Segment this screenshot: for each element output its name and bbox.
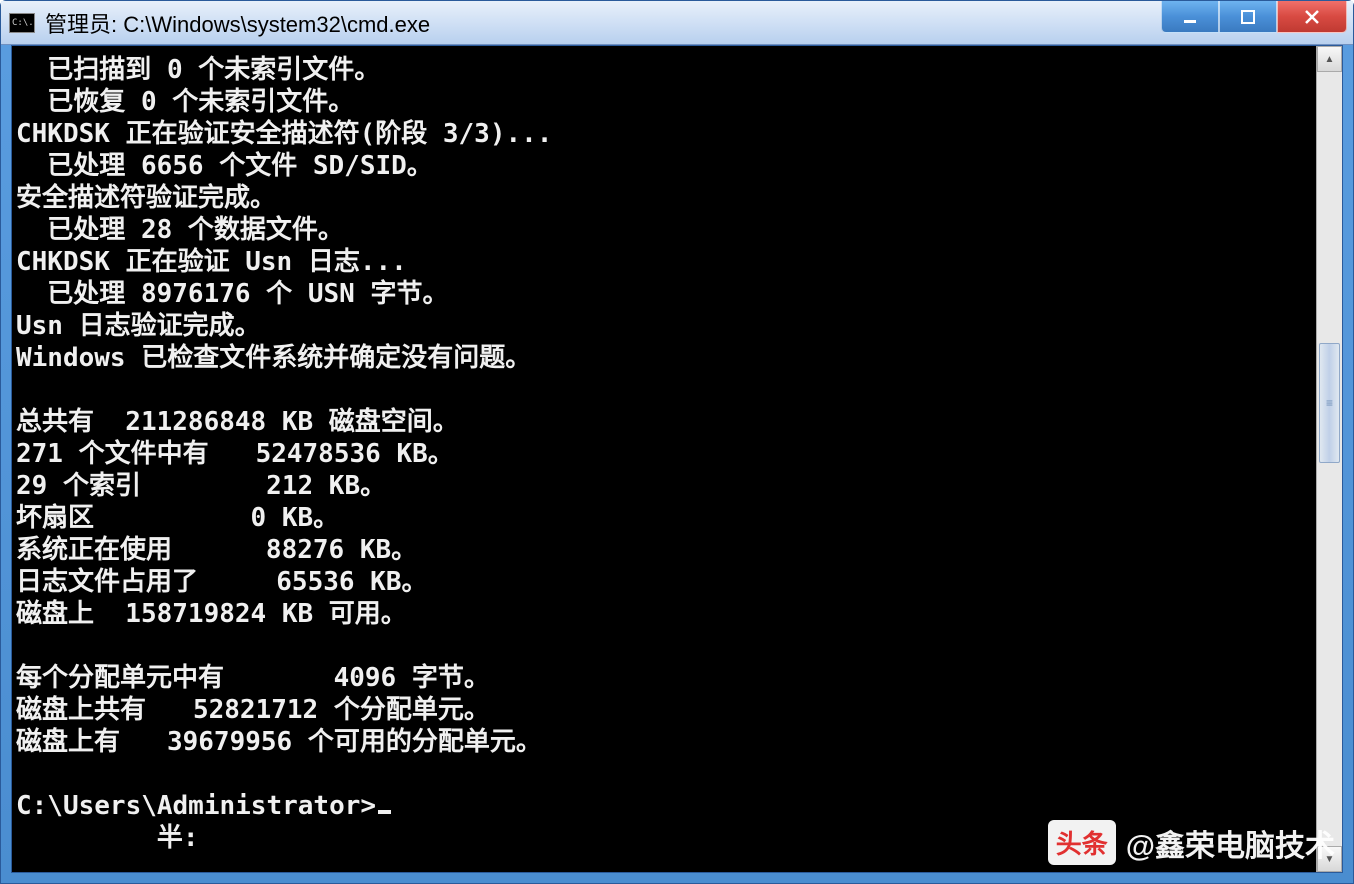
window-title: 管理员: C:\Windows\system32\cmd.exe	[45, 7, 1345, 39]
content-area: 已扫描到 0 个未索引文件。 已恢复 0 个未索引文件。 CHKDSK 正在验证…	[11, 45, 1343, 873]
cmd-icon: C:\.	[9, 13, 35, 33]
maximize-button[interactable]	[1219, 1, 1277, 33]
watermark: 头条 @鑫荣电脑技术	[1048, 820, 1335, 865]
close-button[interactable]	[1277, 1, 1347, 33]
minimize-button[interactable]	[1161, 1, 1219, 33]
scroll-thumb[interactable]	[1319, 343, 1340, 463]
watermark-logo: 头条	[1048, 820, 1116, 865]
scroll-up-arrow-icon[interactable]: ▲	[1317, 46, 1342, 72]
titlebar[interactable]: C:\. 管理员: C:\Windows\system32\cmd.exe	[1, 1, 1353, 45]
cmd-window: C:\. 管理员: C:\Windows\system32\cmd.exe 已扫…	[0, 0, 1354, 884]
vertical-scrollbar[interactable]: ▲ ▼	[1316, 46, 1342, 872]
terminal-output[interactable]: 已扫描到 0 个未索引文件。 已恢复 0 个未索引文件。 CHKDSK 正在验证…	[12, 46, 1316, 872]
window-controls	[1161, 1, 1347, 33]
watermark-text: @鑫荣电脑技术	[1126, 821, 1335, 865]
scroll-track[interactable]	[1317, 72, 1342, 846]
